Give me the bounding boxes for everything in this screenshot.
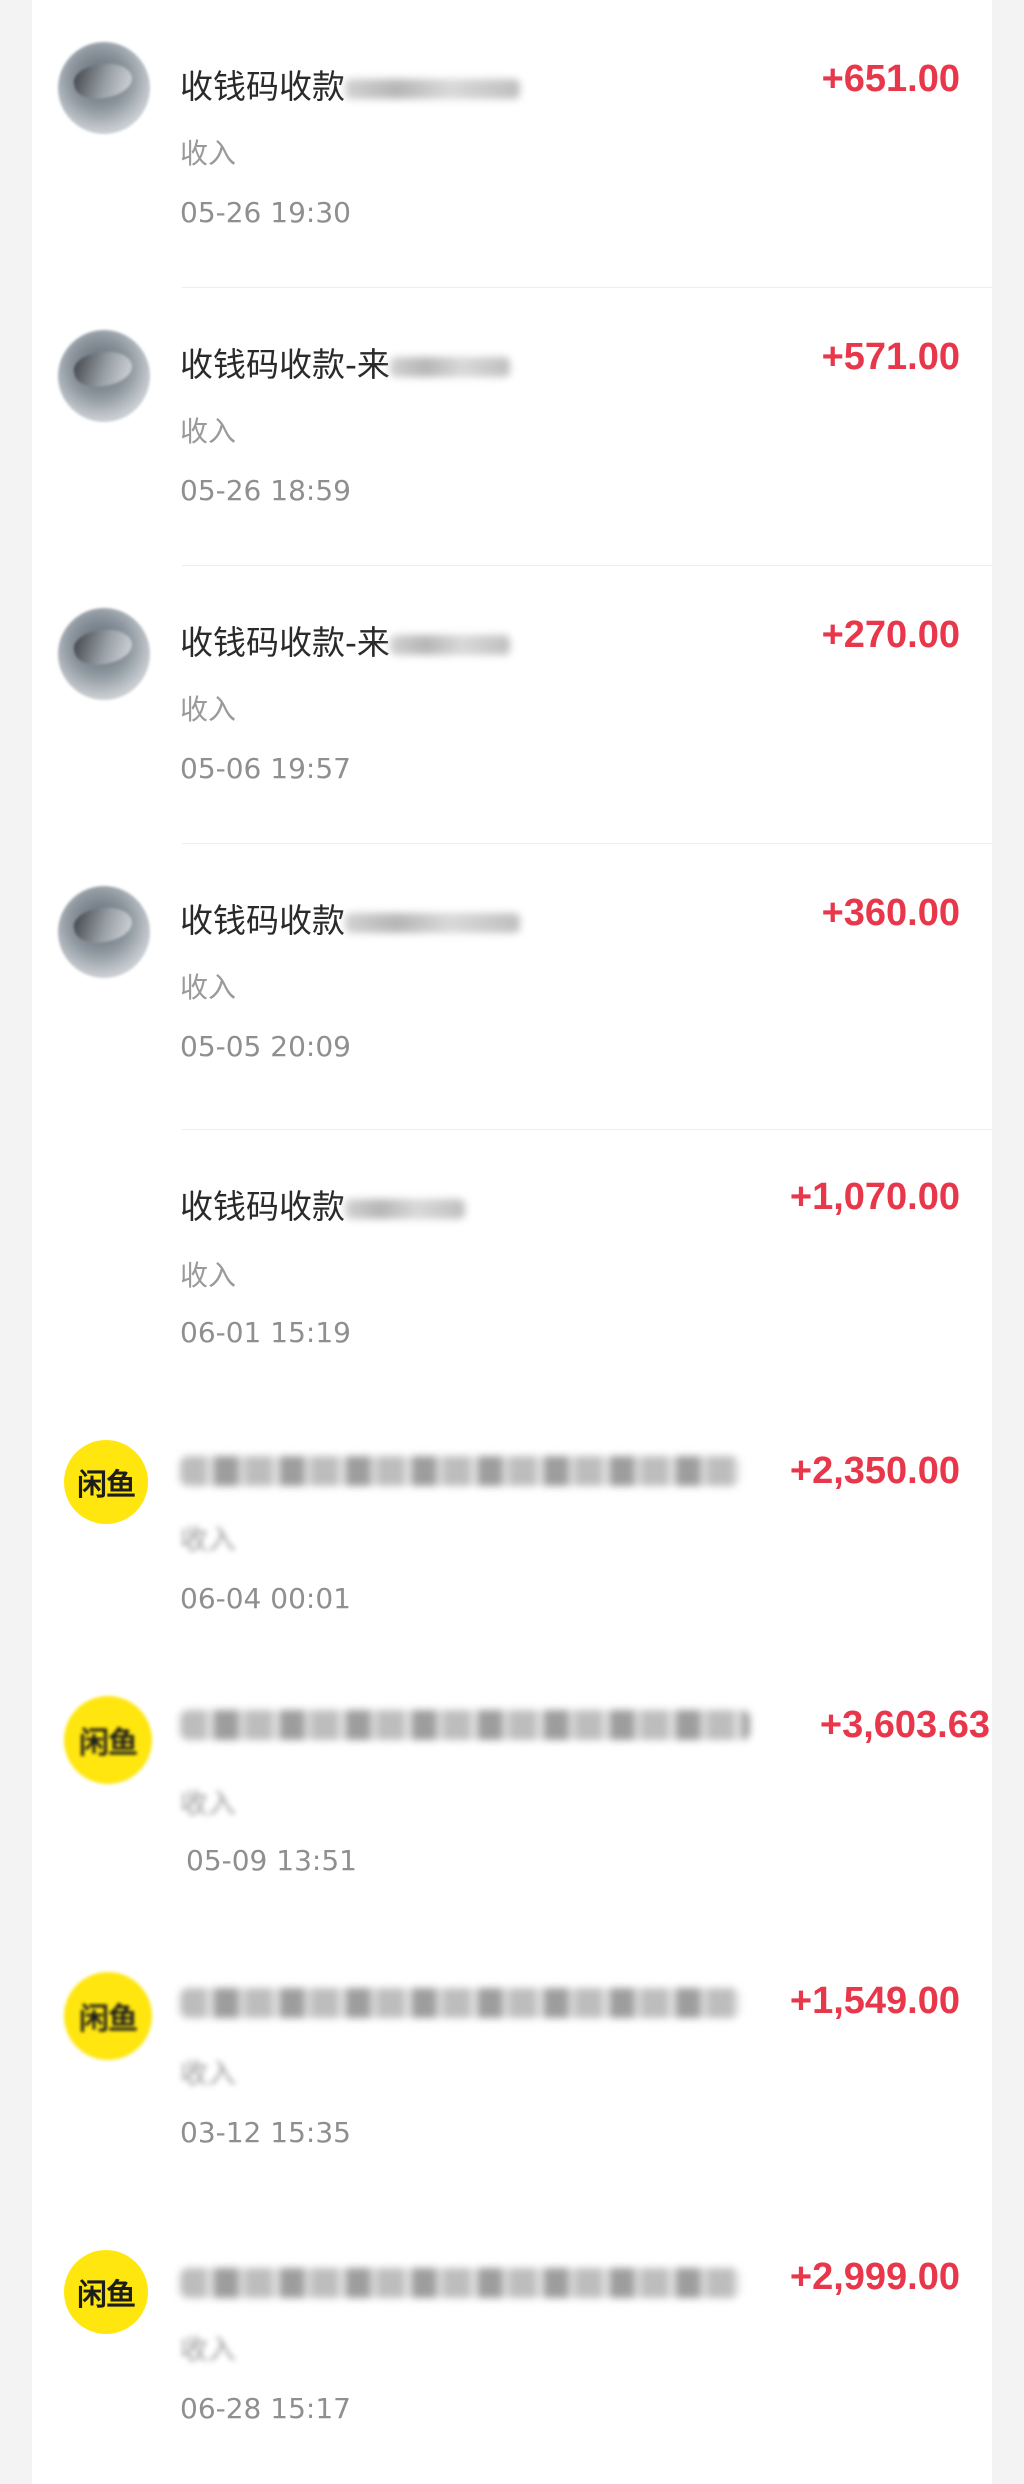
- transaction-amount: +3,603.63: [819, 1704, 990, 1746]
- transaction-amount: +2,999.00: [789, 2256, 960, 2298]
- transaction-amount: +1,070.00: [789, 1176, 960, 1218]
- transaction-title: 收钱码收款-来: [180, 616, 510, 664]
- transaction-type: 收入: [180, 2057, 237, 2090]
- transaction-type: 收入: [180, 415, 237, 448]
- transaction-type: 收入: [180, 137, 237, 170]
- transaction-row[interactable]: 闲鱼 收入 03-12 15:35 +1,549.00: [32, 1936, 992, 2212]
- xianyu-logo-icon: 闲鱼: [64, 1696, 152, 1784]
- transaction-time: 03-12 15:35: [180, 2116, 351, 2149]
- transaction-time: 05-09 13:51: [186, 1844, 357, 1877]
- transaction-title-redacted: [180, 1456, 740, 1486]
- transaction-title: 收钱码收款: [180, 60, 520, 108]
- transaction-type: 收入: [180, 971, 237, 1004]
- transaction-row[interactable]: 收钱码收款-来 收入 05-26 18:59 +571.00: [32, 288, 992, 566]
- transaction-time: 05-26 19:30: [180, 196, 351, 229]
- transaction-time: 06-04 00:01: [180, 1582, 351, 1615]
- transaction-title-redacted: [180, 2268, 740, 2298]
- transaction-row[interactable]: 收钱码收款 收入 05-05 20:09 +360.00: [32, 844, 992, 1130]
- transaction-type: 收入: [180, 1523, 237, 1556]
- transaction-row[interactable]: 收钱码收款 收入 06-01 15:19 +1,070.00: [32, 1130, 992, 1400]
- transaction-list: 收钱码收款 收入 05-26 19:30 +651.00 收钱码收款-来 收入 …: [32, 0, 992, 2484]
- transaction-amount: +651.00: [821, 58, 960, 100]
- transaction-row[interactable]: 收钱码收款-来 收入 05-06 19:57 +270.00: [32, 566, 992, 844]
- avatar: [58, 42, 150, 134]
- transaction-type: 收入: [180, 1259, 237, 1292]
- transaction-time: 06-01 15:19: [180, 1316, 351, 1349]
- transaction-row[interactable]: 闲鱼 收入 06-04 00:01 +2,350.00: [32, 1400, 992, 1660]
- transaction-time: 05-26 18:59: [180, 474, 351, 507]
- transaction-row[interactable]: 闲鱼 收入 06-28 15:17 +2,999.00: [32, 2212, 992, 2484]
- avatar: [58, 608, 150, 700]
- transaction-type: 收入: [180, 1787, 237, 1820]
- transaction-type: 收入: [180, 2333, 237, 2366]
- transaction-row[interactable]: 闲鱼 收入 05-09 13:51 +3,603.63: [32, 1660, 992, 1936]
- avatar: [58, 886, 150, 978]
- transaction-title-redacted: [180, 1988, 740, 2018]
- transaction-row[interactable]: 收钱码收款 收入 05-26 19:30 +651.00: [32, 0, 992, 288]
- transaction-amount: +360.00: [821, 892, 960, 934]
- transaction-type: 收入: [180, 693, 237, 726]
- xianyu-logo-icon: 闲鱼: [64, 1440, 148, 1524]
- transaction-amount: +2,350.00: [789, 1450, 960, 1492]
- transaction-amount: +1,549.00: [789, 1980, 960, 2022]
- transaction-title: 收钱码收款-来: [180, 338, 510, 386]
- transaction-time: 05-05 20:09: [180, 1030, 351, 1063]
- avatar: [58, 330, 150, 422]
- transaction-time: 05-06 19:57: [180, 752, 351, 785]
- transaction-time: 06-28 15:17: [180, 2392, 351, 2425]
- transaction-title: 收钱码收款: [180, 894, 520, 942]
- transaction-amount: +270.00: [821, 614, 960, 656]
- transaction-amount: +571.00: [821, 336, 960, 378]
- transaction-title: 收钱码收款: [180, 1180, 465, 1228]
- xianyu-logo-icon: 闲鱼: [64, 2250, 148, 2334]
- xianyu-logo-icon: 闲鱼: [64, 1972, 152, 2060]
- transaction-title-redacted: [180, 1710, 750, 1740]
